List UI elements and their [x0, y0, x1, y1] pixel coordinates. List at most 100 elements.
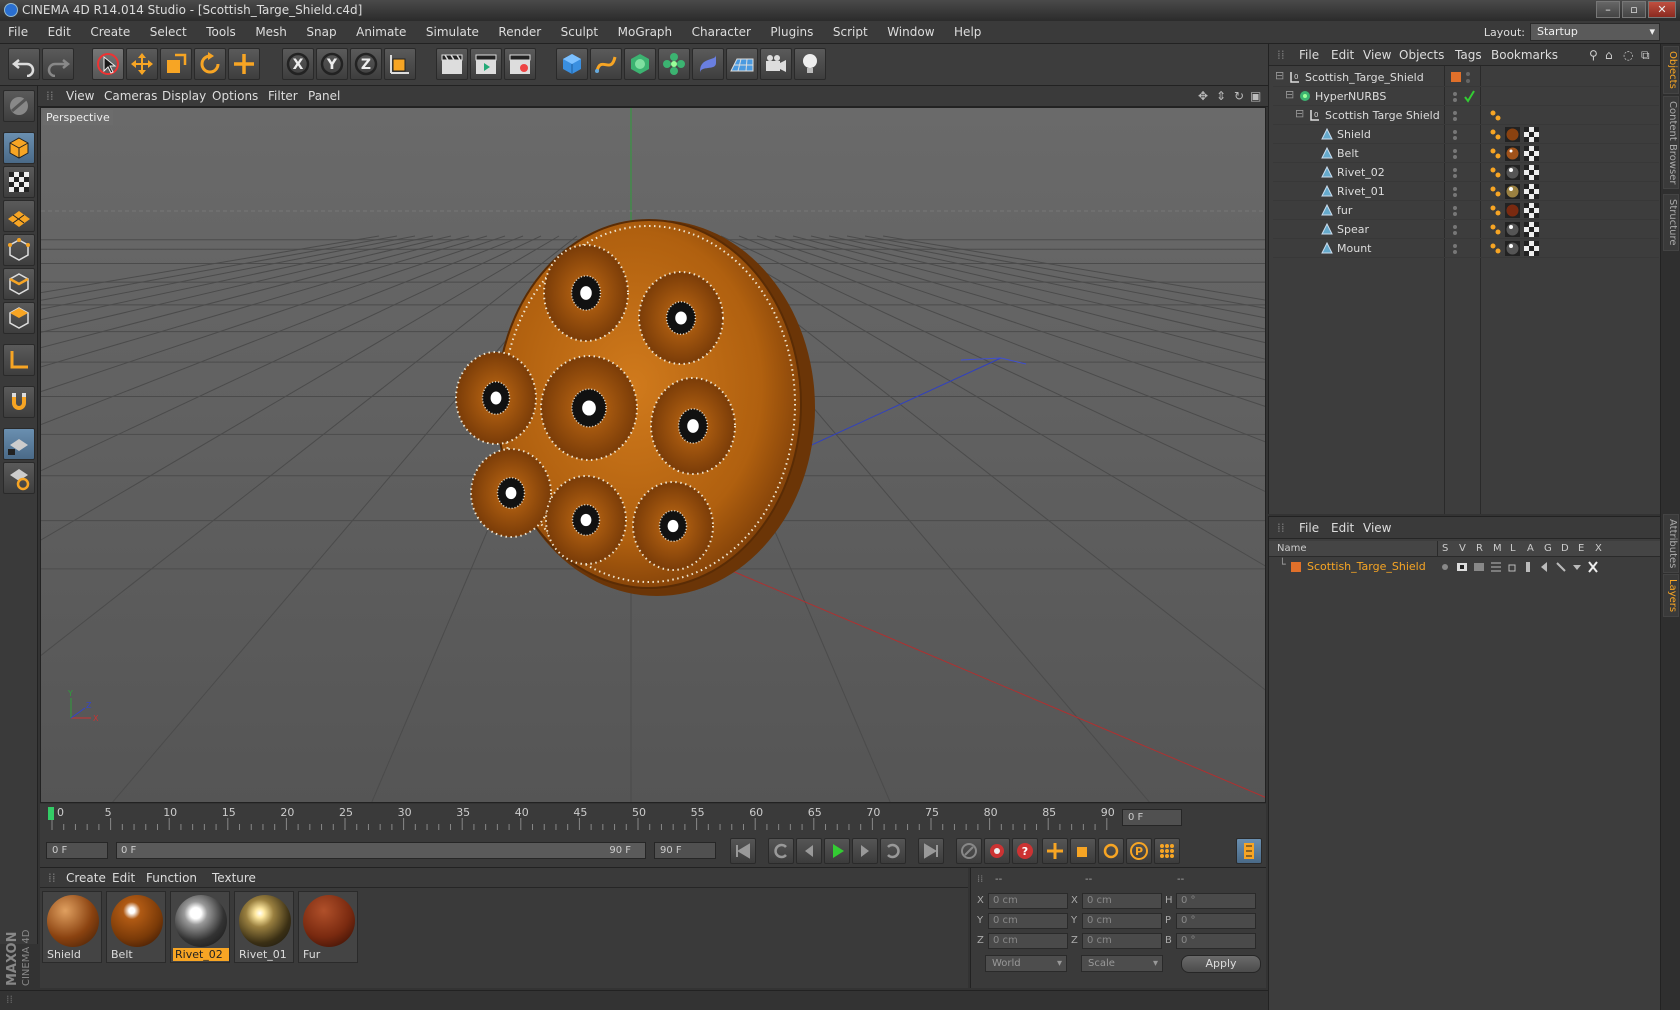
add-deformer-button[interactable]: [692, 48, 724, 80]
visibility-dots-icon[interactable]: [1451, 109, 1475, 122]
layer-color-swatch[interactable]: [1291, 562, 1301, 572]
add-camera-button[interactable]: [760, 48, 792, 80]
add-nurbs-button[interactable]: [624, 48, 656, 80]
object-tags[interactable]: [1489, 203, 1545, 218]
z-axis-button[interactable]: Z: [350, 48, 382, 80]
viewport-zoom-icon[interactable]: ⇕: [1216, 86, 1226, 107]
viewport-menu-options[interactable]: Options: [212, 86, 258, 107]
object-row-shield[interactable]: Shield: [1273, 125, 1659, 144]
add-light-button[interactable]: [794, 48, 826, 80]
render-picture-viewer-button[interactable]: [470, 48, 502, 80]
size-x-field[interactable]: 0 cm: [1082, 893, 1162, 909]
menu-select[interactable]: Select: [142, 21, 195, 44]
menu-sculpt[interactable]: Sculpt: [553, 21, 606, 44]
previous-key-button[interactable]: [768, 838, 794, 864]
render-view-button[interactable]: [436, 48, 468, 80]
points-mode-button[interactable]: [3, 234, 35, 266]
current-frame-field[interactable]: 0 F: [1122, 809, 1182, 826]
key-rotation-button[interactable]: [1098, 838, 1124, 864]
layer-col-xref[interactable]: X: [1595, 541, 1602, 557]
workplane-lock-button[interactable]: [3, 428, 35, 460]
object-row-hypernurbs[interactable]: ⊟ HyperNURBS: [1273, 87, 1659, 106]
collapse-toggle-icon[interactable]: ⊟: [1295, 107, 1304, 120]
object-menu-file[interactable]: File: [1299, 44, 1319, 66]
viewport-menu-filter[interactable]: Filter: [268, 86, 298, 107]
play-button[interactable]: [824, 838, 850, 864]
live-selection-button[interactable]: [92, 48, 124, 80]
layer-col-animation[interactable]: A: [1527, 541, 1534, 557]
object-row-rivet-01[interactable]: Rivet_01: [1273, 182, 1659, 201]
object-menu-objects[interactable]: Objects: [1399, 44, 1444, 66]
menu-plugins[interactable]: Plugins: [762, 21, 821, 44]
perspective-viewport[interactable]: Y X Z Perspective: [40, 107, 1266, 803]
object-menu-view[interactable]: View: [1363, 44, 1391, 66]
material-menu-edit[interactable]: Edit: [112, 868, 135, 888]
object-menu-bookmarks[interactable]: Bookmarks: [1491, 44, 1558, 66]
visibility-dots-icon[interactable]: [1451, 166, 1475, 179]
menu-help[interactable]: Help: [946, 21, 989, 44]
phong-tag-icon[interactable]: [1489, 108, 1505, 123]
pos-x-field[interactable]: 0 cm: [988, 893, 1068, 909]
layer-col-render[interactable]: R: [1476, 541, 1483, 557]
object-row-fur[interactable]: fur: [1273, 201, 1659, 220]
timeline-window-button[interactable]: [1236, 838, 1262, 864]
layer-row-scottish-targe-shield[interactable]: └ Scottish_Targe_Shield: [1269, 558, 1661, 576]
menu-simulate[interactable]: Simulate: [418, 21, 487, 44]
edges-mode-button[interactable]: [3, 268, 35, 300]
end-frame-field[interactable]: 90 F: [654, 842, 716, 859]
maximize-button[interactable]: ▫: [1622, 1, 1646, 18]
object-menu-edit[interactable]: Edit: [1331, 44, 1354, 66]
minimize-button[interactable]: –: [1596, 1, 1620, 18]
menu-mesh[interactable]: Mesh: [247, 21, 295, 44]
move-tool-button[interactable]: [126, 48, 158, 80]
menu-animate[interactable]: Animate: [348, 21, 414, 44]
layer-col-locked[interactable]: L: [1510, 541, 1516, 557]
layer-menu-edit[interactable]: Edit: [1331, 517, 1354, 539]
menu-character[interactable]: Character: [684, 21, 759, 44]
size-z-field[interactable]: 0 cm: [1082, 933, 1162, 949]
layer-col-manager[interactable]: M: [1493, 541, 1502, 557]
material-shield[interactable]: Shield: [42, 891, 102, 963]
key-pla-button[interactable]: [1154, 838, 1180, 864]
lock-icon[interactable]: ◌: [1623, 44, 1633, 66]
menu-file[interactable]: File: [0, 21, 36, 44]
size-y-field[interactable]: 0 cm: [1082, 913, 1162, 929]
rot-p-field[interactable]: 0 °: [1176, 913, 1256, 929]
layer-menu-view[interactable]: View: [1363, 517, 1391, 539]
visibility-dots-icon[interactable]: [1451, 242, 1475, 255]
material-menu-texture[interactable]: Texture: [212, 868, 256, 888]
viewport-menu-view[interactable]: View: [66, 86, 94, 107]
search-icon[interactable]: ⚲: [1589, 44, 1598, 66]
last-tool-button[interactable]: [228, 48, 260, 80]
locked-workplane-button[interactable]: [3, 462, 35, 494]
make-editable-button[interactable]: [3, 90, 35, 122]
layer-col-view[interactable]: V: [1459, 541, 1466, 557]
tab-attributes[interactable]: Attributes: [1663, 514, 1679, 574]
add-environment-button[interactable]: [726, 48, 758, 80]
layer-toggle-icons[interactable]: [1439, 561, 1609, 573]
layout-select[interactable]: Startup ▾: [1530, 23, 1660, 41]
next-key-button[interactable]: [880, 838, 906, 864]
layer-color-icon[interactable]: [1451, 71, 1475, 84]
object-tags[interactable]: [1489, 127, 1545, 142]
key-position-button[interactable]: [1042, 838, 1068, 864]
x-axis-button[interactable]: X: [282, 48, 314, 80]
add-cube-button[interactable]: [556, 48, 588, 80]
go-to-end-button[interactable]: [918, 838, 944, 864]
collapse-toggle-icon[interactable]: ⊟: [1275, 69, 1284, 82]
object-row-belt[interactable]: Belt: [1273, 144, 1659, 163]
layer-menu-file[interactable]: File: [1299, 517, 1319, 539]
home-icon[interactable]: ⌂: [1605, 44, 1613, 66]
layer-col-deformers[interactable]: D: [1561, 541, 1569, 557]
record-active-objects-button[interactable]: [956, 838, 982, 864]
autokeying-button[interactable]: [984, 838, 1010, 864]
material-belt[interactable]: Belt: [106, 891, 166, 963]
object-tags[interactable]: [1489, 222, 1545, 237]
menu-tools[interactable]: Tools: [198, 21, 244, 44]
polygons-mode-button[interactable]: [3, 302, 35, 334]
visibility-dots-icon[interactable]: [1451, 204, 1475, 217]
scale-tool-button[interactable]: [160, 48, 192, 80]
render-settings-button[interactable]: [504, 48, 536, 80]
material-menu-function[interactable]: Function: [146, 868, 197, 888]
menu-render[interactable]: Render: [490, 21, 549, 44]
